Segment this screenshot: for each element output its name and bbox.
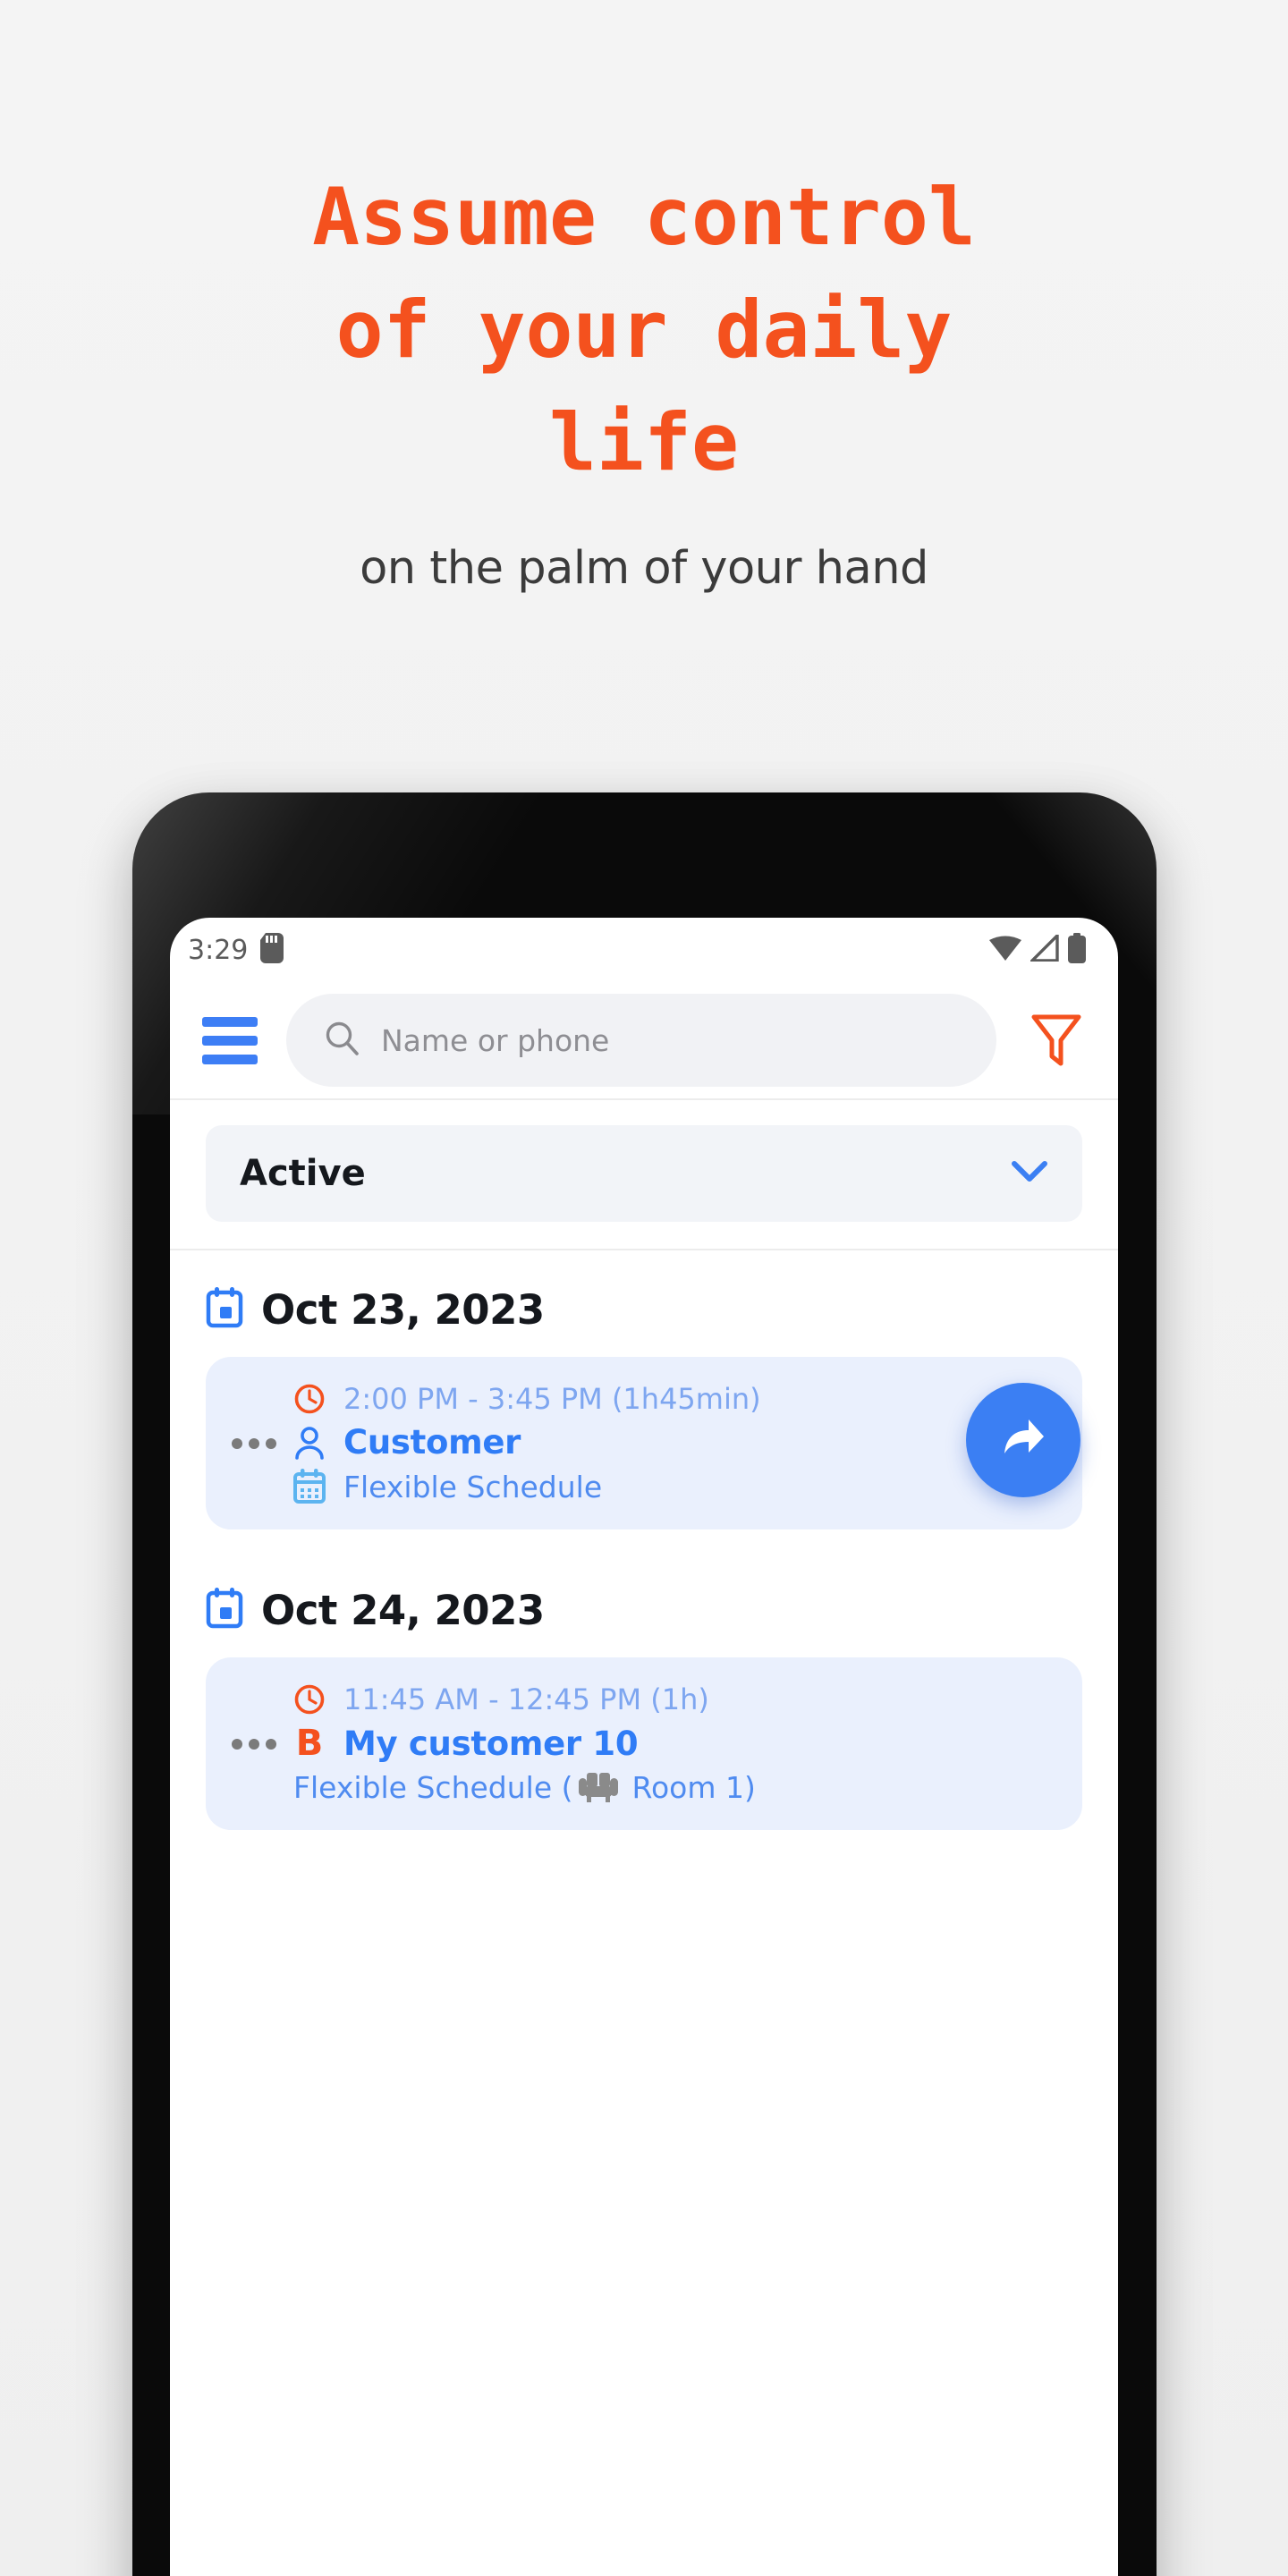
calendar-icon [206,1287,243,1333]
status-bar-right [989,931,1086,968]
appointment-schedule: Flexible Schedule [343,1469,603,1504]
hamburger-bar [202,1054,258,1064]
status-filter-value: Active [240,1153,366,1194]
hero-headline: Assume control of your daily life [312,171,976,488]
search-input[interactable]: Name or phone [286,994,996,1087]
wifi-icon [989,935,1021,966]
appointment-schedule-row: Flexible Schedule ( Room 1) [292,1770,1057,1805]
date-group-header: Oct 24, 2023 [170,1551,1118,1657]
share-fab-button[interactable] [966,1383,1080,1497]
appointment-time-row: 11:45 AM - 12:45 PM (1h) [292,1682,1057,1716]
date-group-label: Oct 23, 2023 [261,1286,545,1334]
dot [232,1437,242,1449]
share-forward-arrow-icon [996,1411,1051,1470]
hero-subheadline: on the palm of your hand [360,542,928,595]
hero-section: Assume control of your daily life on the… [0,0,1288,595]
armchair-icon [575,1772,631,1803]
calendar-grid-icon [292,1469,327,1504]
status-bar-clock: 3:29 [188,934,249,966]
sd-card-icon [260,932,284,968]
status-bar: 3:29 [170,918,1118,982]
battery-icon [1068,932,1086,968]
appointment-card[interactable]: 2:00 PM - 3:45 PM (1h45min) Customer Fle… [206,1357,1082,1530]
hamburger-menu-icon[interactable] [202,1016,258,1064]
dot [266,1437,276,1449]
dot [232,1738,242,1750]
hamburger-bar [202,1035,258,1046]
dot [249,1437,259,1449]
dot [266,1738,276,1750]
appointment-card-body: 2:00 PM - 3:45 PM (1h45min) Customer Fle… [292,1382,1057,1504]
phone-screen: 3:29 Name or phone Active Oct 23, 2023 2… [170,918,1118,2576]
appointment-title[interactable]: Customer [343,1423,521,1462]
search-icon [322,1019,361,1063]
appointment-time: 2:00 PM - 3:45 PM (1h45min) [343,1382,761,1416]
appointment-time: 11:45 AM - 12:45 PM (1h) [343,1682,709,1716]
chevron-down-icon[interactable] [1011,1160,1048,1188]
appointment-time-row: 2:00 PM - 3:45 PM (1h45min) [292,1382,1057,1416]
booking-b-badge-icon: B [295,1723,324,1764]
more-options-dots-icon[interactable] [229,1437,279,1449]
filter-funnel-icon[interactable] [1025,1012,1088,1069]
more-options-dots-icon[interactable] [229,1738,279,1750]
clock-icon [292,1683,327,1716]
status-filter-wrap: Active [170,1100,1118,1243]
person-icon [292,1425,327,1461]
date-group-header: Oct 23, 2023 [170,1250,1118,1357]
date-group-label: Oct 24, 2023 [261,1587,545,1634]
dot [249,1738,259,1750]
status-filter-select[interactable]: Active [206,1125,1082,1222]
appointment-title[interactable]: My customer 10 [343,1724,639,1763]
appointment-title-row: B My customer 10 [292,1724,1057,1763]
app-bar: Name or phone [170,982,1118,1100]
appointment-card-wrap: 11:45 AM - 12:45 PM (1h) B My customer 1… [170,1657,1118,1852]
appointment-schedule-row: Flexible Schedule [292,1469,1057,1504]
clock-icon [292,1383,327,1415]
appointment-card-body: 11:45 AM - 12:45 PM (1h) B My customer 1… [292,1682,1057,1805]
appointment-schedule-prefix: Flexible Schedule ( [293,1770,573,1805]
appointment-title-row: Customer [292,1423,1057,1462]
calendar-icon [206,1588,243,1633]
search-placeholder-text: Name or phone [381,1022,610,1058]
cellular-signal-icon [1028,931,1059,966]
hamburger-bar [202,1016,258,1027]
status-bar-left: 3:29 [188,932,284,968]
appointment-room: Room 1) [631,1770,756,1805]
appointment-card[interactable]: 11:45 AM - 12:45 PM (1h) B My customer 1… [206,1657,1082,1830]
